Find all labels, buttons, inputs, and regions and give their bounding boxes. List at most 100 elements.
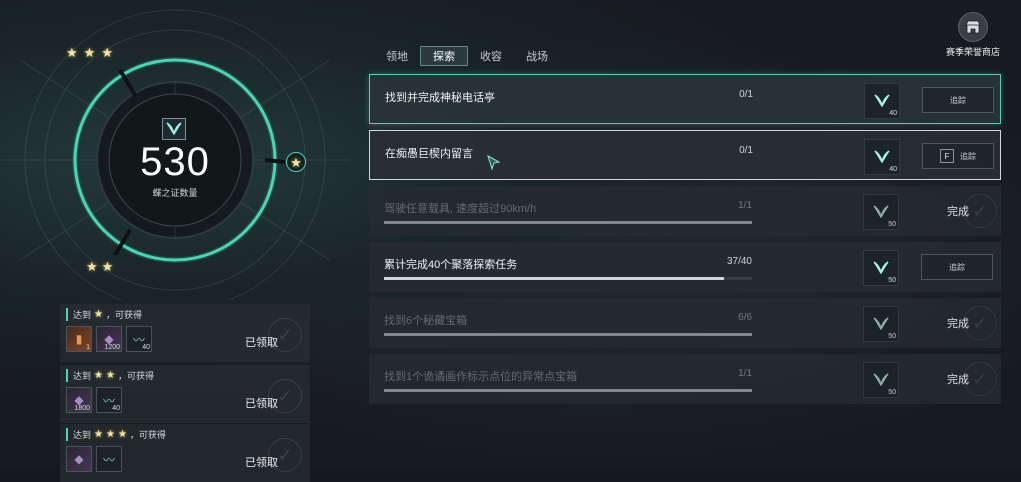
star-icon: ★ [94, 369, 103, 381]
track-label: 追踪 [950, 95, 966, 105]
milestone-reward-1: 达到 ★ ，可获得 ▮ 1 ◆ 1200 〰 40 已领取 ✓ [60, 304, 310, 362]
reward-quantity: 50 [888, 333, 896, 340]
track-button[interactable]: 追踪 [921, 254, 993, 280]
task-progress: 6/6 [738, 312, 752, 323]
reward-token[interactable]: 40 [864, 83, 900, 119]
star-icon: ★ [94, 428, 103, 440]
track-button[interactable]: 追踪 [922, 87, 994, 113]
progress-fill [384, 333, 752, 336]
season-shop-button[interactable]: 赛季荣誉商店 [940, 12, 1006, 58]
tab-3[interactable]: 战场 [514, 46, 560, 66]
category-tabs: 领地 探索 收容 战场 [374, 46, 560, 66]
reward-quantity: 50 [888, 277, 896, 284]
checkmark-icon: ✓ [268, 379, 302, 413]
task-row[interactable]: 找到并完成神秘电话亭 0/1 40 追踪 [369, 74, 1001, 124]
progress-bar [384, 389, 752, 392]
reward-quantity: 50 [888, 389, 896, 396]
shop-label: 赛季荣誉商店 [945, 47, 1000, 57]
task-row[interactable]: 找到6个秘藏宝箱 6/6 50 完成 ✓ [369, 298, 1001, 348]
progress-bar [384, 277, 752, 280]
milestone-1-star: ★ [286, 152, 306, 172]
task-row[interactable]: 驾驶任意载具, 速度超过90km/h 1/1 50 完成 ✓ [369, 186, 1001, 236]
item-quantity: 1800 [74, 405, 90, 412]
butterfly-icon [874, 150, 890, 164]
task-row[interactable]: 找到1个诡谲画作标示点位的异常点宝箱 1/1 50 完成 ✓ [369, 354, 1001, 404]
task-progress: 1/1 [738, 368, 752, 379]
star-icon: ★ [101, 45, 113, 60]
reward-quantity: 50 [888, 221, 896, 228]
task-progress: 1/1 [738, 200, 752, 211]
task-progress: 0/1 [739, 145, 753, 156]
track-label: 追踪 [960, 151, 976, 161]
hotkey-badge: F [940, 149, 954, 163]
task-list: 找到并完成神秘电话亭 0/1 40 追踪 在痴愚巨楔内留言 0/1 40 F 追… [369, 74, 1001, 410]
progress-fill [384, 221, 752, 224]
checkmark-icon: ✓ [268, 438, 302, 472]
tab-2[interactable]: 收容 [468, 46, 514, 66]
reward-token[interactable]: 50 [863, 362, 899, 398]
task-row[interactable]: 在痴愚巨楔内留言 0/1 40 F 追踪 [369, 130, 1001, 180]
task-name: 找到1个诡谲画作标示点位的异常点宝箱 [384, 371, 578, 383]
star-icon: ★ [117, 428, 127, 440]
crystal-icon[interactable]: ◆ 1800 [66, 387, 92, 413]
butterfly-icon [873, 317, 889, 331]
task-name: 在痴愚巨楔内留言 [385, 148, 473, 160]
progress-fill [384, 389, 752, 392]
butterfly-icon [873, 205, 889, 219]
milestone-title: 达到 ★ ★ ，可获得 [66, 369, 154, 382]
star-icon: ★ [94, 308, 103, 320]
thread-icon[interactable]: 〰 40 [96, 387, 122, 413]
task-progress: 37/40 [726, 256, 752, 267]
butterfly-icon [873, 373, 889, 387]
milestone-2-stars: ★ ★ [86, 260, 113, 273]
reward-token[interactable]: 50 [863, 194, 899, 230]
item-quantity: 40 [112, 405, 120, 412]
checkmark-icon: ✓ [963, 362, 997, 396]
thread-icon[interactable]: 〰 [96, 446, 122, 472]
item-quantity: 40 [142, 344, 150, 351]
reward-token[interactable]: 50 [863, 306, 899, 342]
orange-item-icon[interactable]: ▮ 1 [66, 326, 92, 352]
task-name: 找到并完成神秘电话亭 [385, 92, 495, 104]
track-label: 追踪 [949, 262, 965, 272]
tab-1[interactable]: 探索 [420, 46, 468, 66]
reward-items: ▮ 1 ◆ 1200 〰 40 [66, 326, 152, 352]
item-quantity: 1 [86, 344, 90, 351]
checkmark-icon: ✓ [268, 318, 302, 352]
checkmark-icon: ✓ [963, 194, 997, 228]
butterfly-icon [874, 94, 890, 108]
checkmark-icon: ✓ [963, 306, 997, 340]
milestone-title: 达到 ★ ★ ★ ，可获得 [66, 428, 166, 441]
task-row[interactable]: 累计完成40个聚落探索任务 37/40 50 追踪 [369, 242, 1001, 292]
score-label: 蝶之证数量 [152, 188, 198, 198]
milestone-reward-3: 达到 ★ ★ ★ ，可获得 ◆ 〰 已领取 ✓ [60, 424, 310, 482]
crystal-icon[interactable]: ◆ 1200 [96, 326, 122, 352]
item-quantity: 1200 [104, 344, 120, 351]
star-icon: ★ [290, 154, 302, 170]
star-icon: ★ [66, 45, 78, 60]
star-icon: ★ [83, 45, 96, 60]
reward-token[interactable]: 40 [864, 139, 900, 175]
score-value: 530 [140, 140, 210, 184]
task-name: 累计完成40个聚落探索任务 [384, 259, 518, 271]
milestone-reward-2: 达到 ★ ★ ，可获得 ◆ 1800 〰 40 已领取 ✓ [60, 365, 310, 423]
star-icon: ★ [86, 259, 98, 274]
reward-quantity: 40 [889, 166, 897, 173]
progress-bar [384, 333, 752, 336]
task-name: 驾驶任意载具, 速度超过90km/h [384, 203, 537, 215]
crystal-icon[interactable]: ◆ [66, 446, 92, 472]
butterfly-emblem-icon [162, 118, 186, 140]
star-icon: ★ [105, 369, 115, 381]
reward-quantity: 40 [889, 110, 897, 117]
butterfly-icon [873, 261, 889, 275]
thread-icon[interactable]: 〰 40 [126, 326, 152, 352]
mouse-cursor-icon [487, 155, 501, 171]
milestone-3-stars: ★ ★ ★ [66, 46, 113, 59]
milestone-title: 达到 ★ ，可获得 [66, 308, 142, 321]
task-progress: 0/1 [739, 89, 753, 100]
reward-items: ◆ 〰 [66, 446, 122, 472]
track-button[interactable]: F 追踪 [922, 143, 994, 169]
task-name: 找到6个秘藏宝箱 [384, 315, 468, 327]
reward-token[interactable]: 50 [863, 250, 899, 286]
tab-0[interactable]: 领地 [374, 46, 420, 66]
